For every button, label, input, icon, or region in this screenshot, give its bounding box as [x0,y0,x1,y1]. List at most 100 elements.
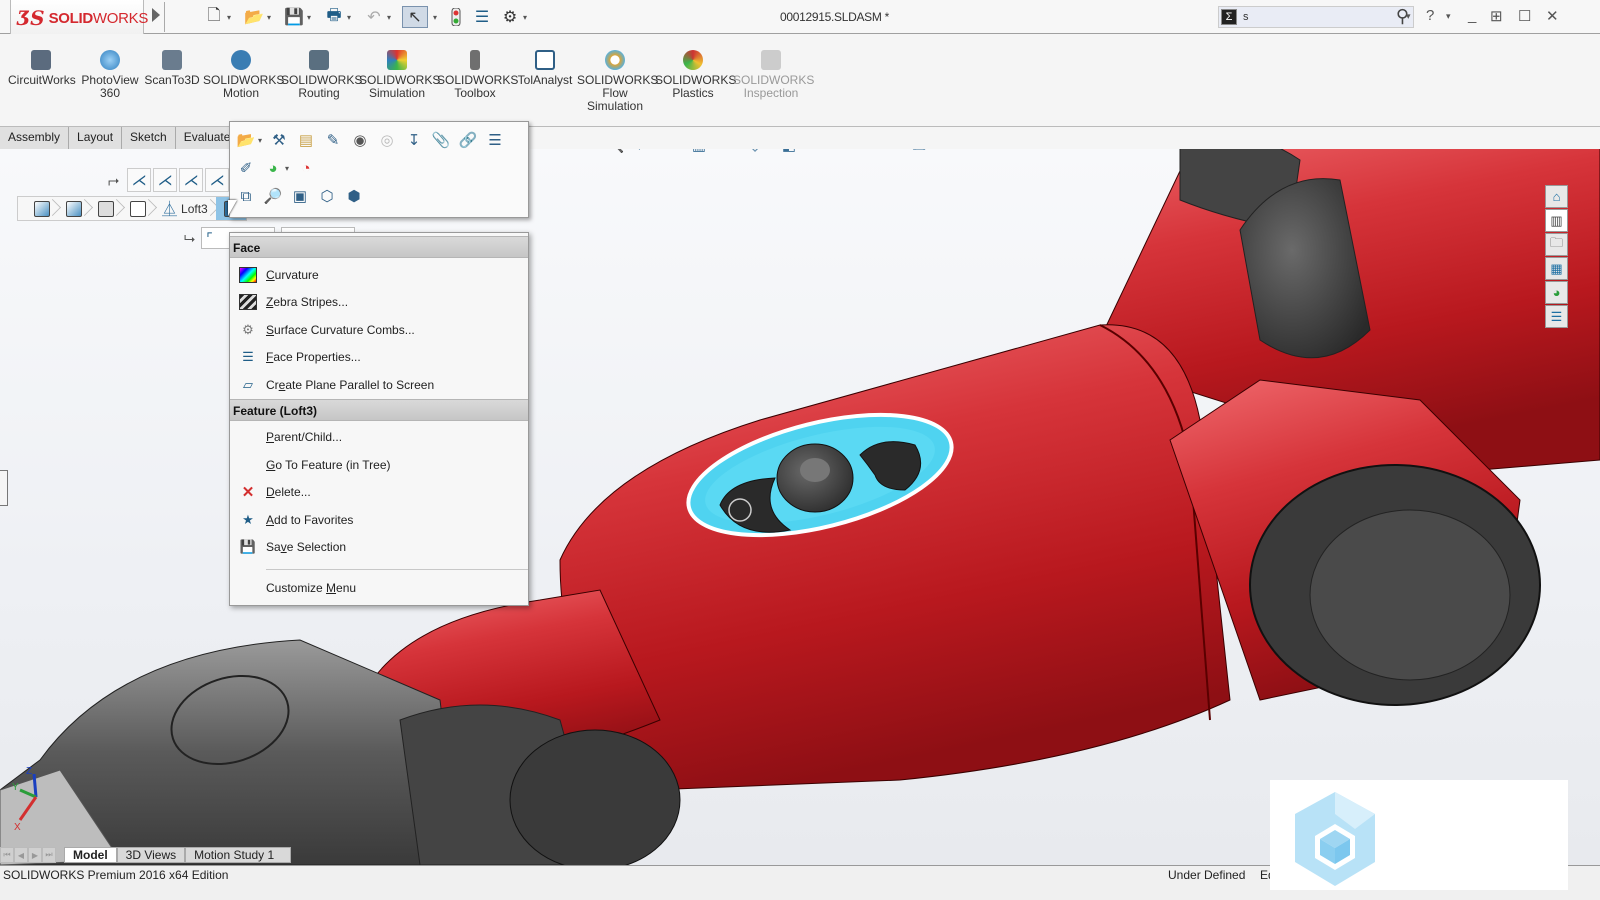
properties-list-icon[interactable]: ☰ [485,130,505,150]
design-library-icon[interactable]: ▥ [1545,209,1568,232]
attach-icon[interactable]: 📎 [431,130,451,150]
zoom-to-fit-icon[interactable]: 🔍 [605,149,625,155]
menu-item-customize-menu[interactable]: Customize Menu [230,574,528,602]
chevron-down-icon[interactable]: ▾ [227,13,231,22]
ribbon-button-plastics[interactable]: SOLIDWORKS Plastics [655,50,736,100]
solidworks-logo[interactable]: ƷS SOLIDWORKS [10,0,148,37]
view-mates-icon[interactable]: 🔗 [458,130,478,150]
next-tab-icon[interactable]: ▶ [28,847,42,863]
ribbon-button-circuitworks[interactable]: CircuitWorks [8,50,76,87]
rollback-icon[interactable]: ↧ [404,130,424,150]
chevron-down-icon[interactable]: ▾ [801,149,805,150]
chevron-down-icon[interactable]: ▾ [931,149,935,150]
chevron-down-icon[interactable]: ▾ [767,149,771,150]
tab-assembly[interactable]: Assembly [0,127,70,149]
search-box[interactable]: Σ ⚲ [1218,6,1414,28]
zoom-to-area-icon[interactable]: ⌕ [633,149,653,155]
view-settings-icon[interactable]: 🖵 [909,149,929,155]
menu-item-face-properties[interactable]: ☰ Face Properties... [230,344,528,372]
appearance-icon[interactable]: ◕ [263,158,283,178]
search-commands-icon[interactable]: Σ [1221,9,1237,25]
section-view-icon[interactable]: ▥ [689,149,709,155]
view-palette-icon[interactable]: ▦ [1545,257,1568,280]
normal-to-icon[interactable]: ▣ [290,186,310,206]
last-tab-icon[interactable]: ⏭ [42,847,56,863]
breadcrumb-item-loft3[interactable]: ⏅ Loft3 [154,197,214,220]
hide-show-items-icon[interactable]: 🗀 [813,149,833,155]
copy-appearance-icon[interactable]: ◔ [296,158,316,178]
search-options-dropdown[interactable]: ▾ [1406,11,1411,22]
maximize-button[interactable]: ☐ [1518,7,1531,25]
zoom-to-selection-icon[interactable]: 🔎 [263,186,283,206]
menu-item-create-plane-parallel[interactable]: ▱ Create Plane Parallel to Screen [230,371,528,399]
breadcrumb-item[interactable] [58,197,88,220]
view-cube-icon[interactable]: ⬡ [317,186,337,206]
mate-icon[interactable]: ⋌ [179,168,204,192]
chevron-down-icon[interactable]: ▾ [267,13,271,22]
breadcrumb-item[interactable] [122,197,152,220]
mate-icon[interactable]: ⋌ [127,168,152,192]
chevron-down-icon[interactable]: ▾ [897,149,901,150]
ribbon-button-photoview[interactable]: PhotoView 360 [80,50,140,100]
tab-3d-views[interactable]: 3D Views [116,847,186,863]
hide-components-icon[interactable]: ◉ [350,130,370,150]
chevron-down-icon[interactable]: ▾ [258,136,262,145]
menu-item-add-to-favorites[interactable]: ★ Add to Favorites [230,506,528,534]
ribbon-button-routing[interactable]: SOLIDWORKS Routing [281,50,362,100]
tab-motion-study-1[interactable]: Motion Study 1 [185,847,292,863]
menu-item-delete[interactable]: ✕ Delete... [230,479,528,507]
minimize-button[interactable]: _ [1468,7,1476,24]
display-style-icon[interactable]: ◧ [779,149,799,155]
print-button[interactable]: 🖶 ▾ [324,6,351,28]
chevron-down-icon[interactable]: ▾ [433,13,437,22]
edit-appearance-icon[interactable]: ◕ [847,149,867,155]
new-document-button[interactable]: 🗋 ▾ [204,6,231,28]
insert-component-icon[interactable]: ⚒ [269,130,289,150]
home-icon[interactable]: ⌂ [1545,185,1568,208]
breadcrumb-item[interactable] [26,197,56,220]
chevron-down-icon[interactable]: ▾ [307,13,311,22]
ribbon-button-simulation[interactable]: SOLIDWORKS Simulation [359,50,440,100]
menu-item-zebra-stripes[interactable]: Zebra Stripes... [230,289,528,317]
appearances-icon[interactable]: ◕ [1545,281,1568,304]
menu-item-parent-child[interactable]: Parent/Child... [230,424,528,452]
menu-expand-arrow-icon[interactable] [152,8,160,22]
options-button[interactable]: ⚙ ▾ [500,6,527,28]
mate-icon[interactable]: ⋌ [205,168,230,192]
file-properties-button[interactable]: ☰ [472,6,492,28]
file-explorer-icon[interactable]: 🗀 [1545,233,1568,256]
mate-icon[interactable]: ⋌ [153,168,178,192]
ribbon-button-scanto3d[interactable]: ScanTo3D [144,50,200,87]
view-orientation-icon[interactable]: ◈ [745,149,765,155]
ribbon-button-inspection[interactable]: SOLIDWORKS Inspection [733,50,814,100]
help-dropdown[interactable]: ▾ [1446,11,1451,22]
prev-tab-icon[interactable]: ◀ [14,847,28,863]
breadcrumb-item[interactable] [90,197,120,220]
undo-button[interactable]: ↶ ▾ [364,6,391,28]
select-dropdown[interactable]: ▾ [430,6,437,28]
search-input[interactable] [1243,11,1363,23]
tab-model[interactable]: Model [64,847,117,863]
edit-feature-icon[interactable]: ✐ [236,158,256,178]
chevron-down-icon[interactable]: ▾ [347,13,351,22]
menu-item-curvature[interactable]: Curvature [230,261,528,289]
tab-sketch[interactable]: Sketch [122,127,176,149]
chevron-down-icon[interactable]: ▾ [523,13,527,22]
chevron-down-icon[interactable]: ▾ [285,164,289,173]
menu-item-surface-curvature-combs[interactable]: ⚙ Surface Curvature Combs... [230,316,528,344]
save-button[interactable]: 💾 ▾ [284,6,311,28]
ribbon-button-toolbox[interactable]: SOLIDWORKS Toolbox [437,50,518,100]
first-tab-icon[interactable]: ⏮ [0,847,14,863]
previous-view-icon[interactable]: ↩ [661,149,681,155]
chevron-down-icon[interactable]: ▾ [387,13,391,22]
close-button[interactable]: ✕ [1546,7,1559,25]
dynamic-annotation-views-icon[interactable]: ✎ [717,149,737,155]
menu-item-go-to-feature[interactable]: Go To Feature (in Tree) [230,451,528,479]
face-select-icon[interactable]: ⬢ [344,186,364,206]
feature-manager-collapse-handle[interactable] [0,470,8,506]
isolate-icon[interactable]: ◎ [377,130,397,150]
tab-layout[interactable]: Layout [69,127,123,149]
help-icon[interactable]: ? [1426,7,1434,24]
ribbon-button-flow-simulation[interactable]: SOLIDWORKS Flow Simulation [577,50,658,113]
select-other-icon[interactable]: ⧉ [236,186,256,206]
